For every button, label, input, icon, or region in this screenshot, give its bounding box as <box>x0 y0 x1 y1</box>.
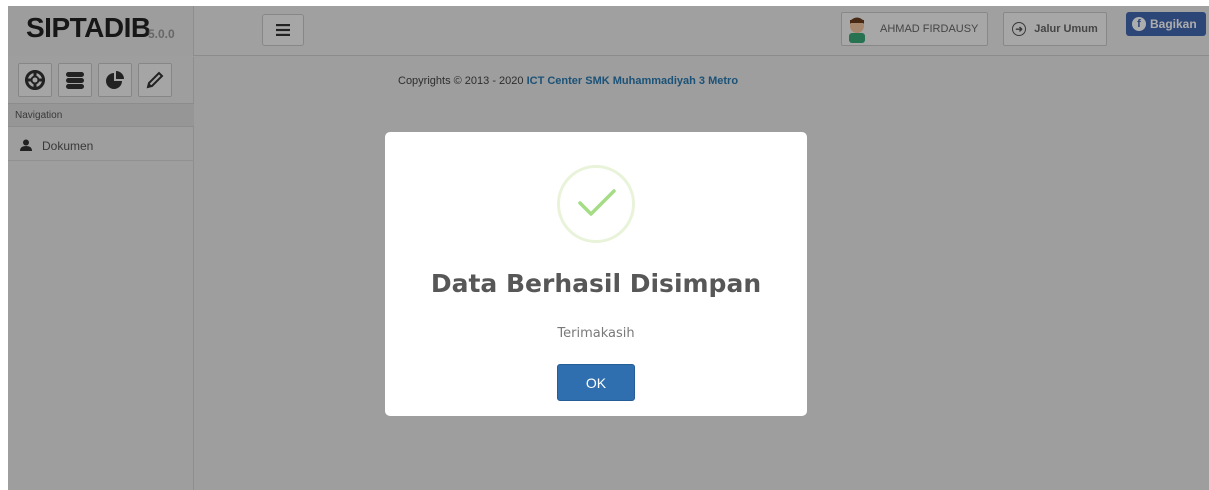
success-dialog: Data Berhasil Disimpan Terimakasih OK <box>385 132 807 416</box>
ok-button[interactable]: OK <box>557 364 635 401</box>
success-check-icon <box>557 165 635 243</box>
dialog-title: Data Berhasil Disimpan <box>430 269 762 298</box>
dialog-message: Terimakasih <box>557 326 635 341</box>
